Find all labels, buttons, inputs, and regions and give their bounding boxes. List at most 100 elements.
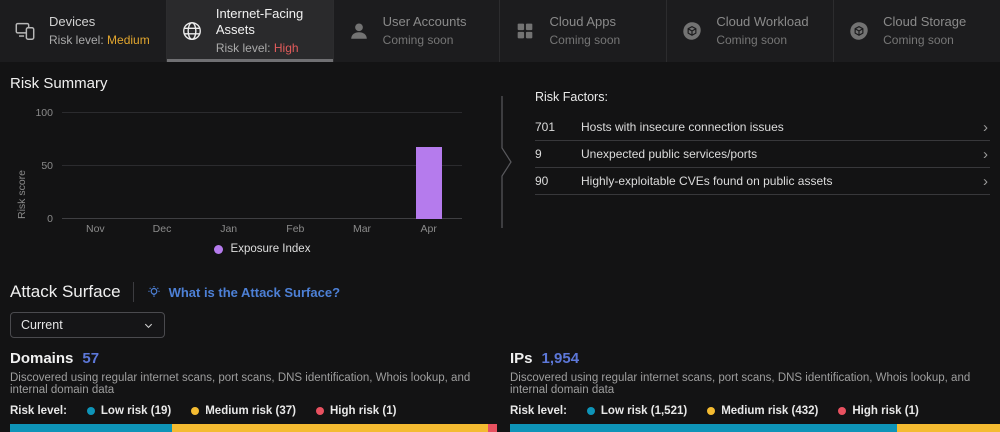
top-navigation: Devices Risk level: Medium Internet-Faci… <box>0 0 1000 62</box>
risk-factor-count: 90 <box>535 174 581 188</box>
x-axis-tick: Feb <box>262 223 329 235</box>
exposure-index-dot-icon <box>214 245 223 254</box>
risk-legend-label: Low risk (1,521) <box>601 405 687 417</box>
risk-level-label: Risk level: <box>10 405 67 417</box>
risk-factor-count: 701 <box>535 120 581 134</box>
cloud-cube-icon <box>847 19 871 43</box>
x-axis-tick: Mar <box>329 223 396 235</box>
risk-dot-icon <box>87 407 95 415</box>
tab-label: Devices <box>49 14 150 30</box>
tab-cloud-workload[interactable]: Cloud Workload Coming soon <box>666 0 833 62</box>
risk-legend-item: Medium risk (432) <box>707 405 818 417</box>
risk-level-label: Risk level: <box>49 33 104 47</box>
ips-risk-bar <box>510 424 1000 432</box>
risk-factor-row[interactable]: 90 Highly-exploitable CVEs found on publ… <box>535 168 990 195</box>
risk-legend-label: Medium risk (432) <box>721 405 818 417</box>
risk-dot-icon <box>707 407 715 415</box>
risk-legend-label: High risk (1) <box>330 405 396 417</box>
tab-label: Internet-Facing Assets <box>216 6 333 38</box>
exposure-index-label: Exposure Index <box>231 243 311 255</box>
risk-level-value: Medium <box>107 33 150 47</box>
tab-label: Cloud Workload <box>716 14 808 30</box>
tab-internet-facing-assets[interactable]: Internet-Facing Assets Risk level: High <box>166 0 333 62</box>
tab-devices[interactable]: Devices Risk level: Medium <box>0 0 166 62</box>
risk-score-chart-plot: 100500 <box>62 113 462 219</box>
risk-level-value: High <box>274 41 299 55</box>
chart-connector-chevron <box>490 92 514 232</box>
attack-surface-title: Attack Surface <box>10 282 121 302</box>
domains-risk-bar <box>10 424 497 432</box>
low-risk-segment <box>10 424 172 432</box>
grid-icon <box>513 19 537 43</box>
chart-legend: Exposure Index <box>62 243 462 255</box>
risk-legend-item: Medium risk (37) <box>191 405 296 417</box>
exposure-index-bar <box>416 147 442 219</box>
chevron-right-icon: › <box>983 147 990 162</box>
x-axis-tick: Dec <box>129 223 196 235</box>
coming-soon-label: Coming soon <box>716 33 808 48</box>
domains-description: Discovered using regular internet scans,… <box>10 372 497 396</box>
risk-dot-icon <box>838 407 846 415</box>
risk-legend-item: High risk (1) <box>838 405 918 417</box>
x-axis-tick: Apr <box>395 223 462 235</box>
risk-level-label: Risk level: <box>216 41 271 55</box>
risk-factor-row[interactable]: 9 Unexpected public services/ports › <box>535 141 990 168</box>
low-risk-segment <box>510 424 897 432</box>
risk-legend-item: High risk (1) <box>316 405 396 417</box>
tab-label: Cloud Apps <box>549 14 620 30</box>
high-risk-segment <box>488 424 497 432</box>
risk-legend-label: High risk (1) <box>852 405 918 417</box>
coming-soon-label: Coming soon <box>383 33 467 48</box>
chevron-right-icon: › <box>983 174 990 189</box>
ips-description: Discovered using regular internet scans,… <box>510 372 1000 396</box>
medium-risk-segment <box>172 424 488 432</box>
ips-card: IPs 1,954 Discovered using regular inter… <box>510 350 1000 432</box>
y-axis-label: Risk score <box>16 113 28 219</box>
tab-cloud-storage[interactable]: Cloud Storage Coming soon <box>833 0 1000 62</box>
risk-dot-icon <box>191 407 199 415</box>
tab-label: User Accounts <box>383 14 467 30</box>
lightbulb-icon <box>146 284 162 300</box>
attack-surface-dashboard: Devices Risk level: Medium Internet-Faci… <box>0 0 1000 432</box>
x-axis-tick: Jan <box>195 223 262 235</box>
tab-cloud-apps[interactable]: Cloud Apps Coming soon <box>499 0 666 62</box>
y-axis-tick: 50 <box>41 160 53 172</box>
risk-factor-row[interactable]: 701 Hosts with insecure connection issue… <box>535 114 990 141</box>
cloud-cube-icon <box>680 19 704 43</box>
y-axis-tick: 0 <box>47 213 53 225</box>
y-axis-tick: 100 <box>35 107 53 119</box>
vertical-divider <box>133 282 134 302</box>
risk-factors-panel: Risk Factors: 701 Hosts with insecure co… <box>535 90 990 195</box>
risk-factors-title: Risk Factors: <box>535 90 990 104</box>
coming-soon-label: Coming soon <box>549 33 620 48</box>
risk-level-label: Risk level: <box>510 405 567 417</box>
chevron-down-icon <box>143 320 154 331</box>
risk-factor-count: 9 <box>535 147 581 161</box>
risk-factor-label: Hosts with insecure connection issues <box>581 120 983 134</box>
domains-count: 57 <box>82 350 99 367</box>
chevron-right-icon: › <box>983 120 990 135</box>
tab-user-accounts[interactable]: User Accounts Coming soon <box>333 0 500 62</box>
risk-factor-label: Highly-exploitable CVEs found on public … <box>581 174 983 188</box>
user-icon <box>347 19 371 43</box>
ips-card-title: IPs <box>510 350 533 367</box>
tab-label: Cloud Storage <box>883 14 966 30</box>
gridline <box>62 218 462 219</box>
risk-dot-icon <box>316 407 324 415</box>
risk-legend-label: Low risk (19) <box>101 405 171 417</box>
coming-soon-label: Coming soon <box>883 33 966 48</box>
gridline <box>62 112 462 113</box>
risk-summary-title: Risk Summary <box>10 75 108 92</box>
time-filter-dropdown[interactable]: Current <box>10 312 165 338</box>
time-filter-value: Current <box>21 318 63 332</box>
domains-card: Domains 57 Discovered using regular inte… <box>10 350 497 432</box>
risk-factor-label: Unexpected public services/ports <box>581 147 983 161</box>
medium-risk-segment <box>897 424 1000 432</box>
devices-icon <box>13 19 37 43</box>
gridline <box>62 165 462 166</box>
risk-legend-item: Low risk (19) <box>87 405 171 417</box>
attack-surface-help-link[interactable]: What is the Attack Surface? <box>146 284 340 300</box>
domains-card-title: Domains <box>10 350 73 367</box>
attack-surface-help-label: What is the Attack Surface? <box>169 285 340 300</box>
risk-legend-label: Medium risk (37) <box>205 405 296 417</box>
